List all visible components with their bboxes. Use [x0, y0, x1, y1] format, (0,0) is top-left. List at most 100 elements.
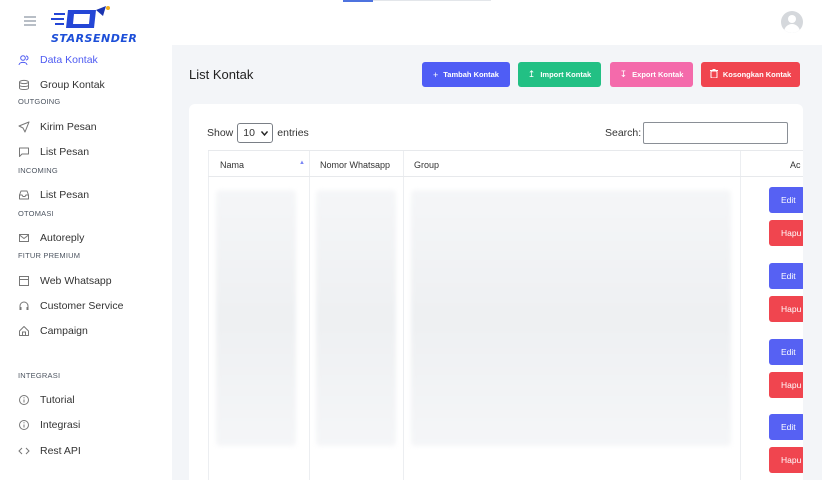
table-header: Nama ▲ Nomor Whatsapp Group Ac: [208, 150, 803, 177]
sidebar-item-rest-api[interactable]: Rest API: [18, 443, 81, 459]
user-avatar[interactable]: [781, 11, 803, 33]
loading-progress-bar: [343, 0, 373, 2]
info-icon: [18, 419, 30, 431]
search-label: Search:: [605, 127, 642, 139]
export-kontak-button[interactable]: ↧ Export Kontak: [610, 62, 693, 87]
sidebar-item-label: List Pesan: [40, 146, 90, 158]
download-icon: ↧: [619, 69, 628, 79]
window-icon: [18, 275, 30, 287]
sidebar-item-label: Customer Service: [40, 300, 124, 312]
redacted-number-column: [316, 190, 396, 446]
edit-button[interactable]: Edit: [769, 414, 803, 440]
edit-button[interactable]: Edit: [769, 187, 803, 213]
sidebar-item-customer-service[interactable]: Customer Service: [18, 298, 123, 314]
sort-asc-icon: ▲: [299, 160, 305, 166]
sidebar-item-label: Rest API: [40, 445, 81, 457]
entries-value: 10: [243, 127, 255, 139]
section-outgoing: OUTGOING: [18, 97, 61, 106]
contacts-table: Nama ▲ Nomor Whatsapp Group Ac Edit Hapu…: [208, 150, 803, 480]
sidebar-item-group-kontak[interactable]: Group Kontak: [18, 77, 105, 93]
sidebar-item-web-whatsapp[interactable]: Web Whatsapp: [18, 273, 112, 289]
table-search: Search:: [605, 122, 789, 144]
sidebar-item-integrasi[interactable]: Integrasi: [18, 417, 80, 433]
sidebar-item-tutorial[interactable]: Tutorial: [18, 392, 75, 408]
sidebar-item-label: Tutorial: [40, 394, 75, 406]
column-header-group[interactable]: Group: [414, 151, 439, 178]
code-icon: [18, 445, 30, 457]
tambah-kontak-button[interactable]: + Tambah Kontak: [422, 62, 510, 87]
sidebar-item-autoreply[interactable]: Autoreply: [18, 230, 84, 246]
sidebar-item-label: Integrasi: [40, 419, 81, 431]
top-navbar: STARSENDER: [0, 0, 822, 45]
entries-select[interactable]: 10: [237, 123, 274, 143]
entries-label: entries: [277, 127, 309, 139]
send-icon: [18, 121, 30, 133]
column-header-action[interactable]: Ac: [790, 151, 801, 178]
main-content: List Kontak + Tambah Kontak ↥ Import Kon…: [172, 45, 822, 480]
button-label: Edit: [781, 347, 796, 357]
sidebar-item-label: Kirim Pesan: [40, 121, 97, 133]
edit-button[interactable]: Edit: [769, 339, 803, 365]
button-label: Hapu: [781, 228, 802, 238]
database-icon: [18, 79, 30, 91]
button-label: Edit: [781, 422, 796, 432]
loading-progress-track: [373, 0, 491, 1]
headset-icon: [18, 300, 30, 312]
plus-icon: +: [433, 69, 439, 80]
sidebar-item-label: Autoreply: [40, 232, 85, 244]
redacted-name-column: [216, 190, 296, 446]
button-label: Export Kontak: [632, 70, 684, 79]
section-integrasi: INTEGRASI: [18, 371, 61, 380]
section-fitur-premium: FITUR PREMIUM: [18, 251, 81, 260]
delete-button[interactable]: Hapu: [769, 372, 803, 398]
button-label: Hapu: [781, 455, 802, 465]
mail-icon: [18, 232, 30, 244]
sidebar-item-data-kontak[interactable]: Data Kontak: [18, 52, 98, 68]
inbox-icon: [18, 189, 30, 201]
redacted-group-column: [411, 190, 731, 446]
button-label: Import Kontak: [540, 70, 592, 79]
rocket-logo-icon: [51, 6, 110, 28]
chevron-down-icon: [261, 127, 269, 139]
home-icon: [18, 325, 30, 337]
button-label: Edit: [781, 195, 796, 205]
edit-button[interactable]: Edit: [769, 263, 803, 289]
delete-button[interactable]: Hapu: [769, 447, 803, 473]
button-label: Hapu: [781, 304, 802, 314]
menu-toggle-icon[interactable]: [24, 16, 36, 26]
sidebar-item-label: Campaign: [40, 325, 88, 337]
trash-icon: [709, 69, 718, 80]
delete-button[interactable]: Hapu: [769, 220, 803, 246]
brand-name: STARSENDER: [51, 32, 138, 45]
upload-icon: ↥: [527, 69, 536, 79]
brand-logo[interactable]: STARSENDER: [48, 4, 137, 45]
section-otomasi: OTOMASI: [18, 209, 54, 218]
entries-length-control: Show 10 entries: [207, 123, 309, 143]
message-icon: [18, 146, 30, 158]
sidebar-item-list-pesan-incoming[interactable]: List Pesan: [18, 187, 89, 203]
sidebar-item-label: List Pesan: [40, 189, 90, 201]
sidebar-item-list-pesan-outgoing[interactable]: List Pesan: [18, 144, 89, 160]
section-incoming: INCOMING: [18, 166, 58, 175]
button-label: Hapu: [781, 380, 802, 390]
kosongkan-kontak-button[interactable]: Kosongkan Kontak: [701, 62, 800, 87]
column-header-nama[interactable]: Nama: [220, 151, 244, 178]
sidebar-item-label: Group Kontak: [40, 79, 105, 91]
show-label: Show: [207, 127, 234, 139]
sidebar-item-campaign[interactable]: Campaign: [18, 323, 88, 339]
contacts-card: Show 10 entries Search: Nama ▲ Nomor Wha…: [189, 104, 803, 480]
delete-button[interactable]: Hapu: [769, 296, 803, 322]
sidebar-item-label: Web Whatsapp: [40, 275, 112, 287]
button-label: Kosongkan Kontak: [722, 70, 792, 79]
sidebar: Data Kontak Group Kontak OUTGOING Kirim …: [0, 45, 172, 480]
sidebar-item-label: Data Kontak: [40, 54, 98, 66]
column-header-nomor-whatsapp[interactable]: Nomor Whatsapp: [320, 151, 390, 178]
button-label: Edit: [781, 271, 796, 281]
user-group-icon: [18, 54, 30, 66]
sidebar-item-kirim-pesan[interactable]: Kirim Pesan: [18, 119, 97, 135]
search-input[interactable]: [643, 122, 789, 144]
import-kontak-button[interactable]: ↥ Import Kontak: [518, 62, 601, 87]
button-label: Tambah Kontak: [443, 70, 499, 79]
info-icon: [18, 394, 30, 406]
page-title: List Kontak: [189, 67, 254, 82]
